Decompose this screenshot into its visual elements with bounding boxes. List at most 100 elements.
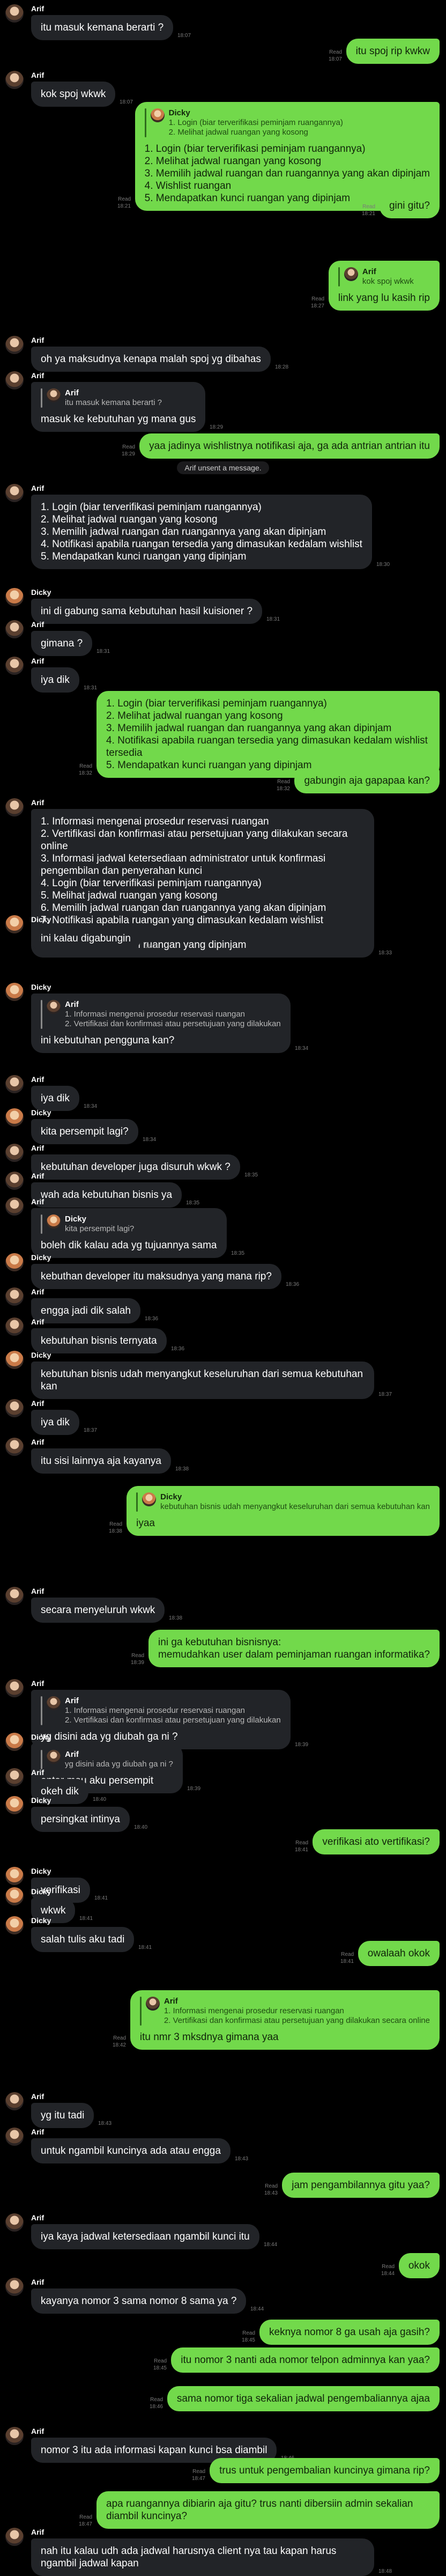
reply-quote[interactable]: Arif kok spoj wkwk — [338, 267, 430, 286]
message-bubble[interactable]: gini gitu? — [379, 193, 440, 218]
message-bubble[interactable]: kok spoj wkwk — [31, 82, 116, 107]
quote-sender: Arif — [163, 1997, 178, 2006]
read-receipt: Read — [341, 1952, 354, 1957]
avatar[interactable] — [5, 1287, 24, 1306]
message-bubble[interactable]: kebutuhan bisnis ternyata — [31, 1328, 167, 1353]
avatar[interactable] — [5, 983, 24, 1001]
message-bubble[interactable]: itu masuk kemana berarti ? — [31, 15, 174, 40]
avatar[interactable] — [5, 1887, 24, 1905]
message-bubble[interactable]: engga jadi dik salah — [31, 1298, 140, 1323]
message-bubble[interactable]: ini di gabung sama kebutuhan hasil kuisi… — [31, 599, 263, 624]
message-bubble[interactable]: kita persempit lagi? — [31, 1119, 138, 1144]
avatar[interactable] — [5, 1438, 24, 1456]
avatar[interactable] — [5, 1075, 24, 1093]
message-bubble[interactable]: ini ga kebutuhan bisnisnya: memudahkan u… — [148, 1630, 440, 1667]
avatar[interactable] — [5, 657, 24, 675]
message-bubble[interactable]: keknya nomor 8 ga usah aja gasih? — [259, 2320, 440, 2345]
message-bubble[interactable]: apa ruangannya dibiarin aja gitu? trus n… — [96, 2491, 440, 2529]
reply-quote[interactable]: Dicky 1. Login (biar terverifikasi peminj… — [144, 108, 430, 137]
chat-thread[interactable]: Arif itu masuk kemana berarti ? 18:07 itu s… — [0, 0, 446, 2576]
message-text: yg disini ada yg diubah ga ni ? — [41, 1731, 178, 1742]
avatar[interactable] — [5, 1768, 24, 1786]
reply-quote[interactable]: Arif 1. Informasi mengenai prosedur reser… — [41, 1000, 281, 1029]
avatar[interactable] — [5, 798, 24, 816]
message-bubble[interactable]: trus untuk pengembalian kuncinya gimana … — [210, 2458, 440, 2483]
avatar[interactable] — [5, 2213, 24, 2232]
reply-quote[interactable]: Arif yg disini ada yg diubah ga ni ? — [41, 1750, 173, 1769]
quote-sender: Arif — [65, 1000, 79, 1009]
avatar[interactable] — [5, 2427, 24, 2445]
avatar[interactable] — [5, 1867, 24, 1885]
message-bubble[interactable]: secara menyeluruh wkwk — [31, 1598, 165, 1623]
message-bubble[interactable]: kayanya nomor 3 sama nomor 8 sama ya ? — [31, 2288, 247, 2314]
message-bubble[interactable]: iya dik — [31, 1410, 79, 1435]
message-bubble[interactable]: Arif 1. Informasi mengenai prosedur reser… — [31, 993, 291, 1053]
avatar[interactable] — [5, 1733, 24, 1751]
reply-quote[interactable]: Arif 1. Informasi mengenai prosedur reser… — [41, 1696, 281, 1725]
message-bubble[interactable]: itu spoj rip kwkw — [346, 39, 440, 64]
message-bubble[interactable]: iya dik — [31, 1086, 79, 1111]
avatar[interactable] — [5, 4, 24, 23]
message-text: sama nomor tiga sekalian jadwal pengemba… — [176, 2393, 430, 2404]
message-bubble[interactable]: Dicky kita persempit lagi? boleh dik kalau… — [31, 1208, 227, 1258]
message-bubble[interactable]: kebuthan developer itu maksudnya yang ma… — [31, 1264, 281, 1289]
sender-name: Arif — [31, 1197, 44, 1206]
avatar[interactable] — [5, 588, 24, 606]
message-bubble[interactable]: Arif kok spoj wkwk link yang lu kasih rip — [328, 261, 440, 311]
message-bubble[interactable]: gimana ? — [31, 631, 93, 656]
avatar[interactable] — [5, 2528, 24, 2546]
avatar[interactable] — [5, 2128, 24, 2146]
message-bubble[interactable]: iya dik — [31, 667, 79, 693]
message-bubble[interactable]: 1. Login (biar terverifikasi peminjam ru… — [31, 495, 372, 569]
avatar[interactable] — [5, 1587, 24, 1605]
message-bubble[interactable]: 1. Login (biar terverifikasi peminjam ru… — [96, 691, 440, 778]
message-bubble[interactable]: ini kalau digabungin — [31, 926, 140, 951]
message-bubble[interactable]: Dicky kebutuhan bisnis udah menyangkut ke… — [127, 1486, 440, 1536]
reply-quote[interactable]: Dicky kebutuhan bisnis udah menyangkut ke… — [136, 1492, 430, 1512]
avatar[interactable] — [5, 1679, 24, 1697]
message-bubble[interactable]: wah ada kebutuhan bisnis ya — [31, 1182, 182, 1208]
avatar[interactable] — [5, 484, 24, 502]
message-bubble[interactable]: itu sisi lainnya aja kayanya — [31, 1448, 171, 1474]
avatar[interactable] — [5, 1916, 24, 1934]
avatar[interactable] — [5, 1197, 24, 1216]
avatar[interactable] — [5, 1144, 24, 1162]
avatar[interactable] — [5, 1253, 24, 1271]
message-bubble[interactable]: jam pengambilannya gitu yaa? — [282, 2173, 440, 2198]
avatar[interactable] — [5, 371, 24, 389]
message-bubble[interactable]: kebutuhan developer juga disuruh wkwk ? — [31, 1154, 240, 1180]
avatar[interactable] — [5, 1796, 24, 1814]
avatar[interactable] — [5, 1172, 24, 1190]
message-bubble[interactable]: Arif 1. Informasi mengenai prosedur reser… — [31, 1690, 291, 1749]
message-bubble[interactable]: untuk ngambil kuncinya ada atau engga — [31, 2138, 231, 2163]
message-bubble[interactable]: kebutuhan bisnis udah menyangkut keselur… — [31, 1361, 374, 1399]
message-bubble[interactable]: verifikasi ato vertifikasi? — [313, 1829, 440, 1854]
message-bubble[interactable]: Arif itu masuk kemana berarti ? masuk ke k… — [31, 382, 206, 432]
message-bubble[interactable]: sama nomor tiga sekalian jadwal pengemba… — [167, 2386, 440, 2411]
avatar[interactable] — [5, 2092, 24, 2110]
avatar[interactable] — [5, 620, 24, 638]
avatar[interactable] — [5, 1399, 24, 1417]
reply-quote[interactable]: Arif 1. Informasi mengenai prosedur reser… — [139, 1997, 430, 2026]
message-bubble[interactable]: salah tulis aku tadi — [31, 1927, 135, 1952]
reply-quote[interactable]: Dicky kita persempit lagi? — [41, 1215, 217, 1234]
avatar[interactable] — [5, 1108, 24, 1127]
message-bubble[interactable]: yaa jadinya wishlistnya notifikasi aja, … — [139, 433, 440, 459]
avatar[interactable] — [5, 1318, 24, 1336]
message-bubble[interactable]: owalaah okok — [358, 1941, 440, 1966]
reply-quote[interactable]: Arif itu masuk kemana berarti ? — [41, 388, 196, 408]
message-bubble[interactable]: yg itu tadi — [31, 2103, 94, 2128]
message-bubble[interactable]: Arif 1. Informasi mengenai prosedur reser… — [130, 1990, 440, 2050]
message-bubble[interactable]: okok — [398, 2253, 440, 2278]
message-bubble[interactable]: persingkat intinya — [31, 1807, 130, 1832]
message-bubble[interactable]: gabungin aja gapapaa kan? — [294, 768, 440, 793]
message-bubble[interactable]: oh ya maksudnya kenapa malah spoj yg dib… — [31, 347, 271, 372]
avatar[interactable] — [5, 1351, 24, 1369]
message-bubble[interactable]: nah itu kalau udh ada jadwal harusnya cl… — [31, 2538, 374, 2576]
avatar[interactable] — [5, 71, 24, 89]
avatar[interactable] — [5, 915, 24, 933]
avatar[interactable] — [5, 336, 24, 354]
message-bubble[interactable]: itu nomor 3 nanti ada nomor telpon admin… — [171, 2347, 440, 2373]
message-bubble[interactable]: iya kaya jadwal ketersediaan ngambil kun… — [31, 2224, 259, 2249]
avatar[interactable] — [5, 2278, 24, 2296]
